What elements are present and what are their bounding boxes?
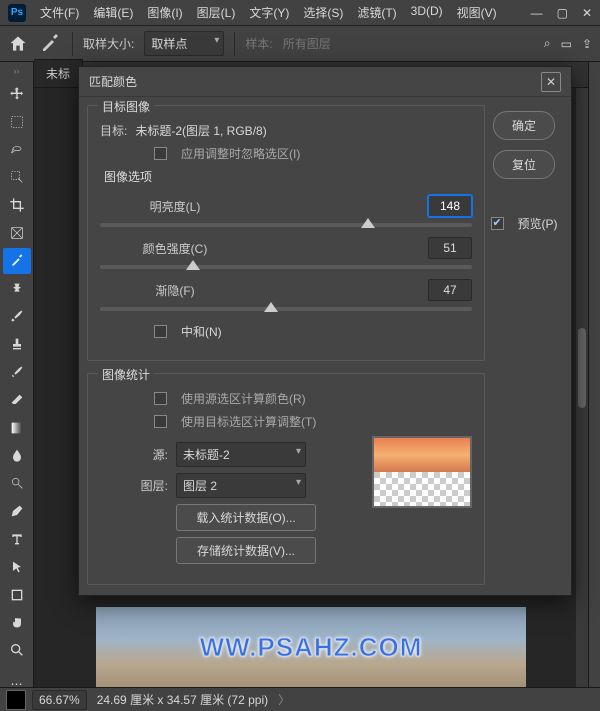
ignore-selection-checkbox <box>154 147 167 160</box>
menu-layer[interactable]: 图层(L) <box>191 1 242 24</box>
menu-type[interactable]: 文字(Y) <box>243 1 295 24</box>
target-section-label: 目标图像 <box>98 98 154 115</box>
share-icon[interactable]: ⇪ <box>582 37 592 51</box>
stats-section-label: 图像统计 <box>98 366 154 383</box>
use-target-selection-label: 使用目标选区计算调整(T) <box>181 413 316 430</box>
close-icon[interactable]: ✕ <box>541 72 561 92</box>
target-label: 目标: <box>100 122 127 139</box>
zoom-level[interactable]: 66.67% <box>32 690 87 710</box>
preview-checkbox[interactable] <box>491 217 504 230</box>
luminance-slider[interactable] <box>100 223 472 227</box>
luminance-input[interactable] <box>428 195 472 217</box>
source-select[interactable]: 未标题-2 <box>176 442 306 467</box>
right-panel-collapsed[interactable] <box>588 62 600 702</box>
home-icon[interactable] <box>8 34 28 54</box>
save-stats-button[interactable]: 存储统计数据(V)... <box>176 537 316 564</box>
close-window-icon[interactable]: ✕ <box>582 6 592 20</box>
menu-image[interactable]: 图像(I) <box>141 1 188 24</box>
source-thumbnail <box>372 436 472 508</box>
layer-select[interactable]: 图层 2 <box>176 473 306 498</box>
layer-label: 图层: <box>100 477 168 494</box>
sample-label: 样本: <box>245 35 272 52</box>
workspace-icon[interactable]: ▭ <box>561 37 572 51</box>
marquee-tool[interactable] <box>3 109 31 135</box>
toolbar: ›› ⋯ <box>0 62 34 702</box>
healing-tool[interactable] <box>3 276 31 302</box>
frame-tool[interactable] <box>3 220 31 246</box>
sample-size-label: 取样大小: <box>83 35 134 52</box>
fade-input[interactable] <box>428 279 472 301</box>
intensity-slider[interactable] <box>100 265 472 269</box>
sample-size-select[interactable]: 取样点 <box>144 31 224 56</box>
source-label: 源: <box>100 446 168 463</box>
eraser-tool[interactable] <box>3 387 31 413</box>
status-arrow-icon[interactable]: 〉 <box>278 691 290 708</box>
shape-tool[interactable] <box>3 582 31 608</box>
zoom-tool[interactable] <box>3 637 31 663</box>
dodge-tool[interactable] <box>3 470 31 496</box>
pen-tool[interactable] <box>3 498 31 524</box>
use-source-selection-checkbox <box>154 392 167 405</box>
luminance-label: 明亮度(L) <box>100 198 250 215</box>
lasso-tool[interactable] <box>3 137 31 163</box>
match-color-dialog: 匹配颜色 ✕ 目标图像 目标: 未标题-2(图层 1, RGB/8) 应用调整时… <box>78 66 572 596</box>
document-dimensions: 24.69 厘米 x 34.57 厘米 (72 ppi) <box>97 691 268 708</box>
ignore-selection-label: 应用调整时忽略选区(I) <box>181 145 300 162</box>
gradient-tool[interactable] <box>3 415 31 441</box>
canvas-image: WW.PSAHZ.COM <box>96 607 526 687</box>
menu-file[interactable]: 文件(F) <box>34 1 85 24</box>
watermark-text: WW.PSAHZ.COM <box>200 632 423 663</box>
target-value: 未标题-2(图层 1, RGB/8) <box>135 122 266 139</box>
sample-value: 所有图层 <box>283 35 331 52</box>
search-icon[interactable]: ⌕ <box>544 36 551 51</box>
use-source-selection-label: 使用源选区计算颜色(R) <box>181 390 306 407</box>
app-logo: Ps <box>8 4 26 22</box>
hand-tool[interactable] <box>3 609 31 635</box>
path-select-tool[interactable] <box>3 554 31 580</box>
crop-tool[interactable] <box>3 192 31 218</box>
menu-3d[interactable]: 3D(D) <box>405 1 449 24</box>
menu-edit[interactable]: 编辑(E) <box>87 1 139 24</box>
intensity-input[interactable] <box>428 237 472 259</box>
vertical-scrollbar[interactable] <box>576 88 588 687</box>
neutralize-label: 中和(N) <box>181 323 222 340</box>
move-tool[interactable] <box>3 81 31 107</box>
eyedropper-tool[interactable] <box>3 248 31 274</box>
document-tab[interactable]: 未标 <box>34 59 83 87</box>
type-tool[interactable] <box>3 526 31 552</box>
load-stats-button[interactable]: 载入统计数据(O)... <box>176 504 316 531</box>
menu-filter[interactable]: 滤镜(T) <box>351 1 402 24</box>
neutralize-checkbox[interactable] <box>154 325 167 338</box>
blur-tool[interactable] <box>3 443 31 469</box>
use-target-selection-checkbox <box>154 415 167 428</box>
menu-select[interactable]: 选择(S) <box>297 1 349 24</box>
intensity-label: 颜色强度(C) <box>100 240 250 257</box>
menu-view[interactable]: 视图(V) <box>451 1 503 24</box>
preview-label: 预览(P) <box>518 215 558 232</box>
stamp-tool[interactable] <box>3 331 31 357</box>
quick-select-tool[interactable] <box>3 164 31 190</box>
fade-label: 渐隐(F) <box>100 282 250 299</box>
expand-toolbar-icon[interactable]: ›› <box>14 66 20 76</box>
history-brush-tool[interactable] <box>3 359 31 385</box>
image-options-label: 图像选项 <box>104 168 472 185</box>
maximize-icon[interactable]: ▢ <box>557 6 568 20</box>
foreground-swatch[interactable] <box>6 690 26 710</box>
eyedropper-icon[interactable] <box>38 32 62 56</box>
ok-button[interactable]: 确定 <box>493 111 555 140</box>
fade-slider[interactable] <box>100 307 472 311</box>
minimize-icon[interactable]: — <box>531 6 543 20</box>
reset-button[interactable]: 复位 <box>493 150 555 179</box>
menubar: 文件(F) 编辑(E) 图像(I) 图层(L) 文字(Y) 选择(S) 滤镜(T… <box>34 1 531 24</box>
dialog-title: 匹配颜色 <box>89 73 137 90</box>
brush-tool[interactable] <box>3 304 31 330</box>
